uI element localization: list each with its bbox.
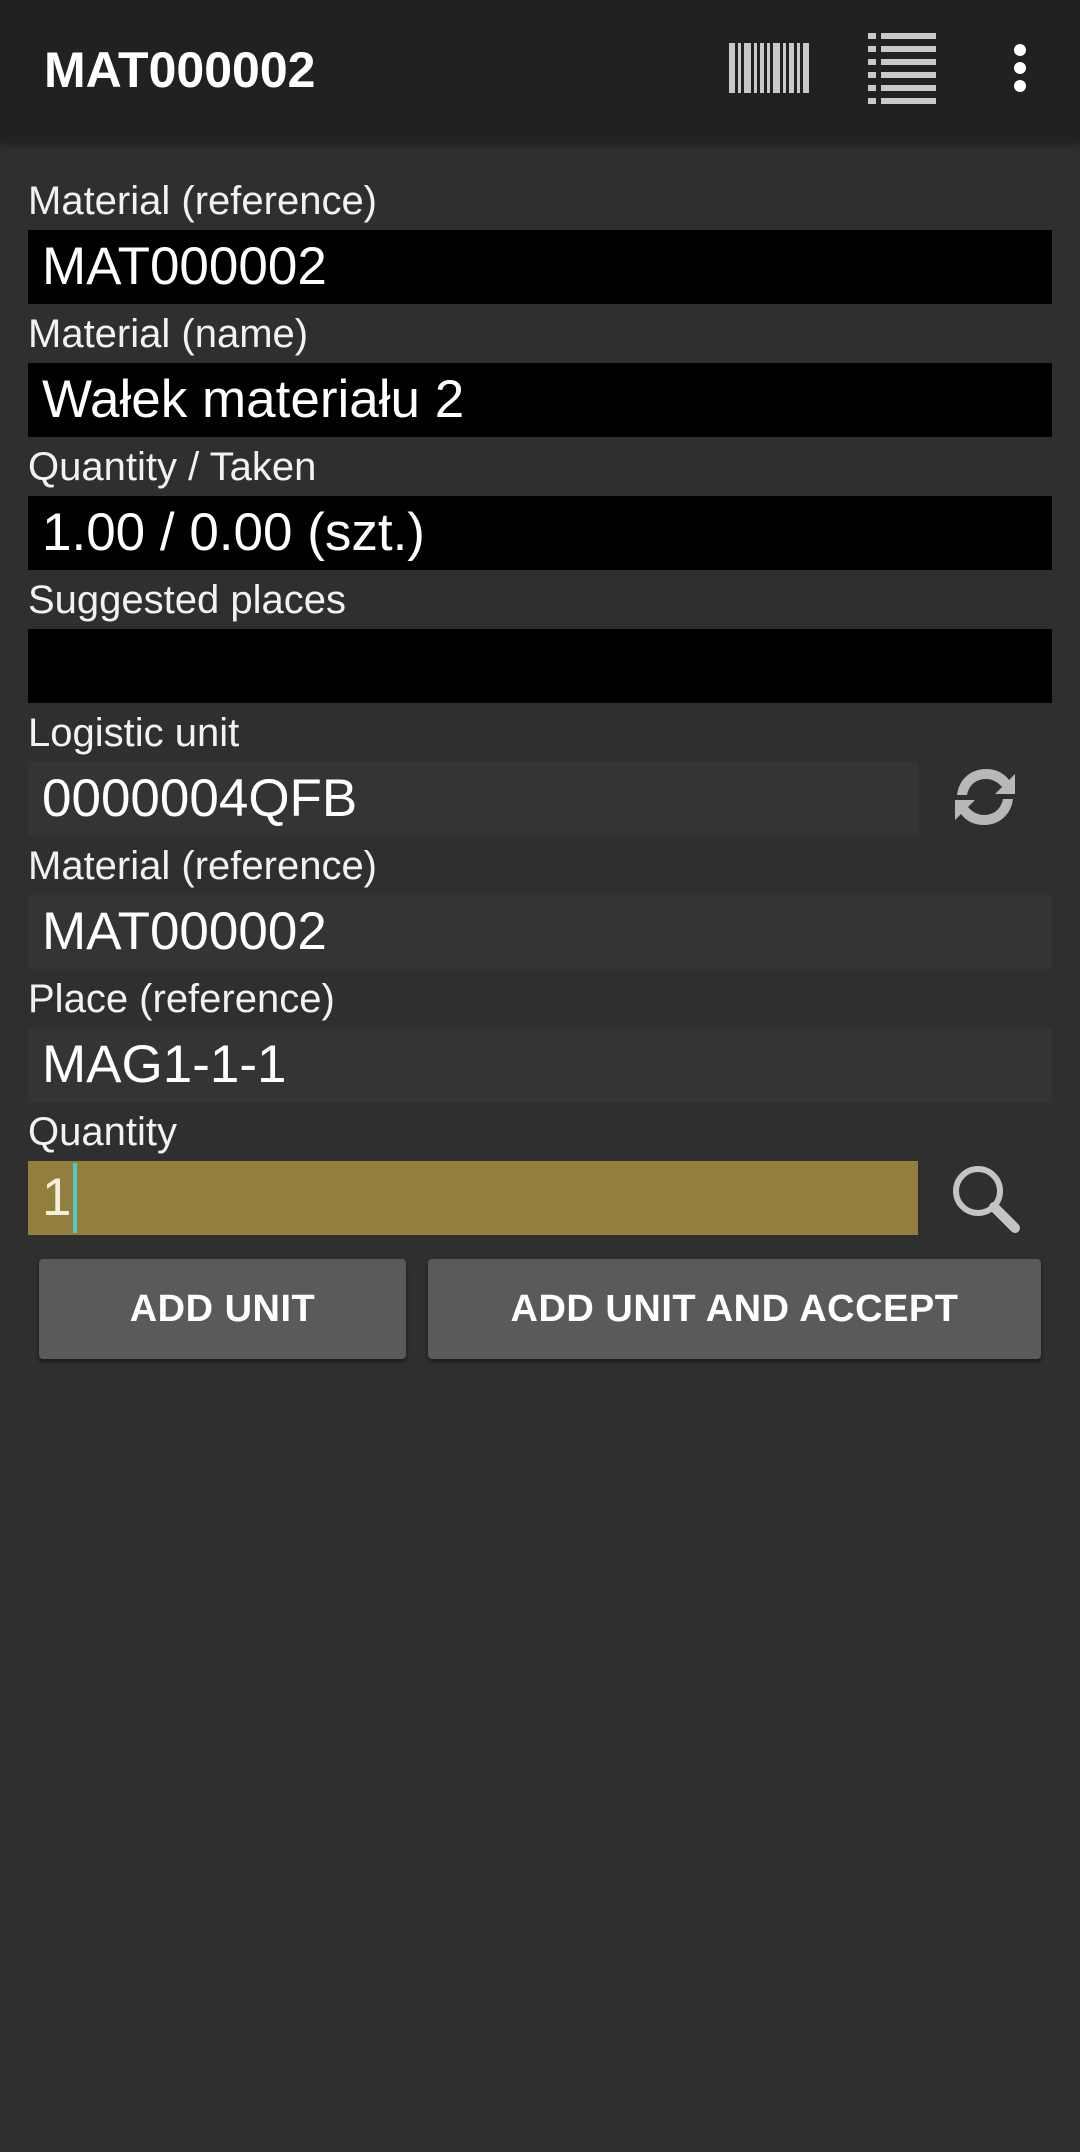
quantity-input-value: 1 [42, 1168, 72, 1227]
material-reference-value: MAT000002 [28, 230, 1052, 304]
logistic-unit-field[interactable]: 0000004QFB [28, 762, 918, 836]
place-reference-label: Place (reference) [28, 977, 335, 1021]
quantity-label: Quantity [28, 1110, 177, 1154]
refresh-icon[interactable] [940, 752, 1030, 842]
logistic-unit-label: Logistic unit [28, 711, 240, 755]
material-reference-label: Material (reference) [28, 179, 378, 223]
quantity-input[interactable]: 1 [28, 1161, 918, 1235]
suggested-places-value [28, 629, 1052, 703]
add-unit-button[interactable]: ADD UNIT [39, 1259, 406, 1359]
app-bar: MAT000002 [0, 0, 1080, 142]
search-icon[interactable] [940, 1153, 1030, 1243]
quantity-taken-value: 1.00 / 0.00 (szt.) [28, 496, 1052, 570]
more-vert-icon[interactable] [990, 28, 1050, 108]
list-icon[interactable] [860, 28, 946, 108]
material-name-label: Material (name) [28, 312, 309, 356]
suggested-places-label: Suggested places [28, 578, 347, 622]
place-reference-input[interactable]: MAG1-1-1 [28, 1028, 1052, 1102]
quantity-taken-label: Quantity / Taken [28, 445, 317, 489]
add-unit-and-accept-button[interactable]: ADD UNIT AND ACCEPT [428, 1259, 1041, 1359]
page-title: MAT000002 [44, 42, 316, 98]
text-cursor [73, 1163, 78, 1233]
material-reference-input-label: Material (reference) [28, 844, 378, 888]
material-reference-input[interactable]: MAT000002 [28, 895, 1052, 969]
barcode-icon[interactable] [724, 28, 814, 108]
material-name-value: Wałek materiału 2 [28, 363, 1052, 437]
